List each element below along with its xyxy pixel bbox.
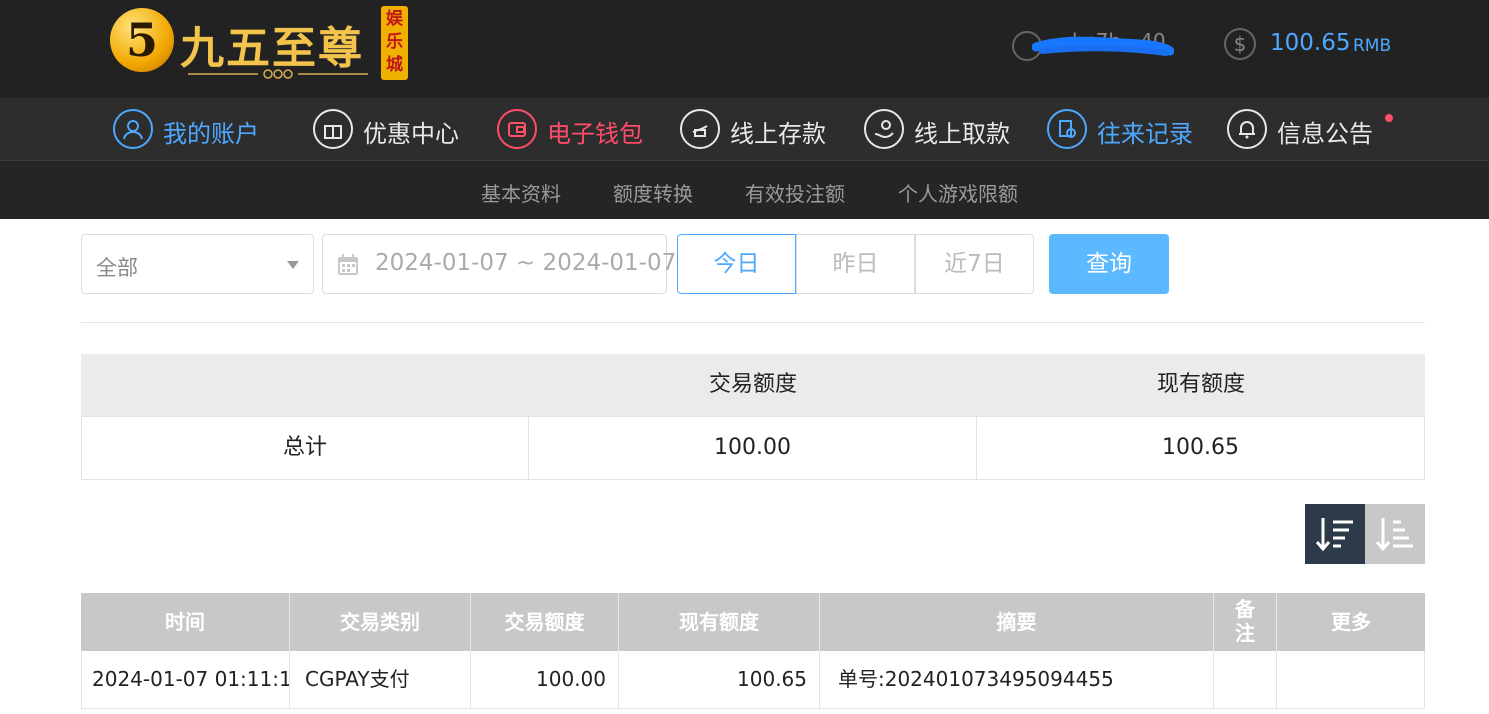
sort-asc-icon (1375, 518, 1413, 552)
balance-currency: RMB (1353, 36, 1392, 56)
cell-summary: 单号:202401073495094455 (819, 651, 1214, 709)
nav-label: 信息公告 (1277, 120, 1373, 148)
summary-total-amount: 100.00 (528, 416, 977, 480)
col-note: 备注 (1214, 593, 1277, 651)
user-icon (113, 109, 153, 149)
nav-label: 线上取款 (914, 120, 1010, 148)
cell-balance: 100.65 (618, 651, 820, 709)
logo-emblem: 5 (110, 8, 174, 72)
deposit-icon (680, 109, 720, 149)
type-select-value: 全部 (96, 256, 138, 280)
divider (81, 322, 1425, 323)
subnav-valid-bets[interactable]: 有效投注额 (745, 178, 845, 207)
calendar-icon (338, 254, 358, 275)
balance-amount: 100.65 (1270, 30, 1351, 56)
wallet-icon (497, 109, 537, 149)
cell-time: 2024-01-07 01:11:10 (81, 651, 290, 709)
sort-descending-button[interactable] (1305, 504, 1365, 564)
sort-desc-icon (1315, 518, 1353, 552)
main-nav: 我的账户 优惠中心 电子钱包 线上存款 线上取款 往来记录 信息公告 (0, 98, 1489, 160)
col-summary: 摘要 (820, 593, 1214, 651)
site-logo[interactable]: 5 九五至尊 娱乐城 (110, 6, 410, 84)
sub-nav: 基本资料 额度转换 有效投注额 个人游戏限额 (0, 160, 1489, 219)
col-type: 交易类别 (290, 593, 471, 651)
nav-label: 电子钱包 (547, 120, 643, 148)
subnav-basic-info[interactable]: 基本资料 (481, 178, 561, 207)
subnav-transfer[interactable]: 额度转换 (613, 178, 693, 207)
records-icon (1047, 109, 1087, 149)
cell-more[interactable] (1276, 651, 1425, 709)
logo-ornament (188, 69, 368, 79)
cell-note (1213, 651, 1277, 709)
nav-label: 往来记录 (1097, 120, 1193, 148)
withdraw-icon (864, 109, 904, 149)
summary-header-blank (81, 354, 529, 416)
dollar-icon: $ (1224, 28, 1256, 60)
logo-title: 九五至尊 (180, 23, 364, 74)
type-select[interactable]: 全部 (81, 234, 314, 294)
summary-header-balance: 现有额度 (977, 354, 1425, 416)
gift-icon (313, 109, 353, 149)
col-balance: 现有额度 (619, 593, 820, 651)
summary-total-label: 总计 (81, 416, 529, 480)
subnav-game-limits[interactable]: 个人游戏限额 (898, 178, 1018, 207)
redaction-scribble (1032, 36, 1174, 56)
last-7-days-button[interactable]: 近7日 (915, 234, 1034, 294)
notification-dot (1385, 114, 1393, 122)
cell-amount: 100.00 (470, 651, 619, 709)
nav-label: 我的账户 (163, 120, 259, 148)
nav-label: 线上存款 (730, 120, 826, 148)
date-range-input[interactable]: 2024-01-07 ~ 2024-01-07 (322, 234, 676, 294)
summary-total-balance: 100.65 (976, 416, 1425, 480)
col-more: 更多 (1277, 593, 1425, 651)
top-bar: 5 九五至尊 娱乐城 bc7b...40 $ 100.65 RMB (0, 0, 1489, 98)
cell-type: CGPAY支付 (289, 651, 471, 709)
sort-ascending-button[interactable] (1365, 504, 1425, 564)
chevron-down-icon (287, 261, 299, 269)
user-info[interactable]: bc7b...40 (1012, 27, 1180, 63)
nav-label: 优惠中心 (363, 120, 459, 148)
bell-icon (1227, 109, 1267, 149)
col-time: 时间 (81, 593, 290, 651)
today-button[interactable]: 今日 (677, 234, 796, 294)
col-amount: 交易额度 (471, 593, 619, 651)
yesterday-button[interactable]: 昨日 (796, 234, 915, 294)
search-button[interactable]: 查询 (1049, 234, 1169, 294)
logo-badge: 娱乐城 (381, 6, 408, 80)
date-range-value: 2024-01-07 ~ 2024-01-07 (375, 250, 677, 276)
summary-header-amount: 交易额度 (529, 354, 977, 416)
